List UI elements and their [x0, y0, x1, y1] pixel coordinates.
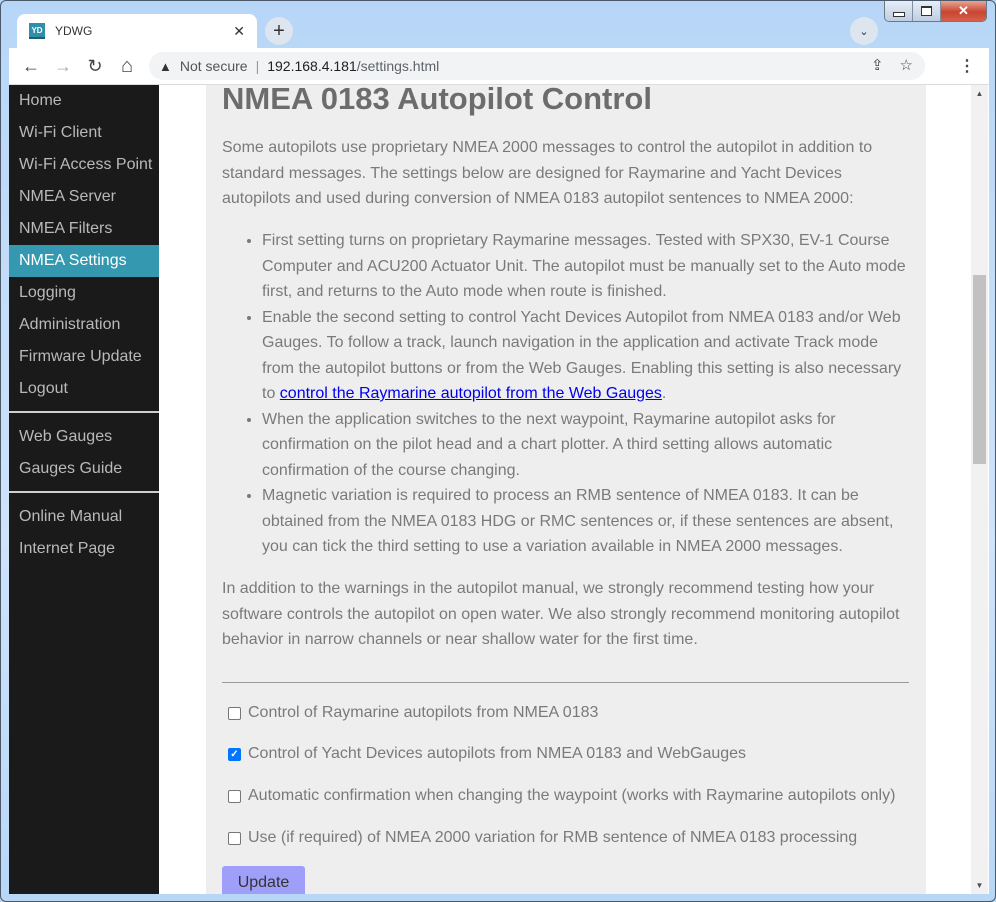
- content-panel: NMEA 0183 Autopilot Control Some autopil…: [206, 85, 926, 894]
- option-row[interactable]: ✓ Control of Yacht Devices autopilots fro…: [228, 745, 746, 763]
- page-title: NMEA 0183 Autopilot Control: [222, 85, 652, 116]
- favicon-icon: YD: [29, 23, 45, 39]
- option-checkbox[interactable]: [228, 706, 241, 720]
- option-checkbox[interactable]: [228, 831, 241, 845]
- minimize-icon: [892, 11, 905, 17]
- sidebar-item-nmea-settings[interactable]: NMEA Settings: [9, 245, 159, 277]
- option-checkbox[interactable]: [228, 789, 241, 803]
- star-bookmark-icon[interactable]: ☆: [900, 56, 913, 74]
- url-path: /settings.html: [356, 58, 440, 74]
- reload-icon[interactable]: ↻: [83, 54, 107, 78]
- sidebar-item-administration[interactable]: Administration: [9, 309, 159, 341]
- browser-tab[interactable]: YD YDWG ✕: [17, 14, 257, 48]
- divider: [222, 682, 909, 683]
- sidebar-item-gauges-guide[interactable]: Gauges Guide: [9, 453, 159, 485]
- sidebar-item-firmware-update[interactable]: Firmware Update: [9, 341, 159, 373]
- sidebar-item-logout[interactable]: Logout: [9, 373, 159, 405]
- list-item-text: .: [661, 385, 667, 402]
- sidebar-item-home[interactable]: Home: [9, 85, 159, 117]
- list-item: Enable the second setting to control Yac…: [262, 305, 912, 407]
- list-item: Magnetic variation is required to proces…: [262, 483, 912, 560]
- sidebar-item-wi-fi-access-point[interactable]: Wi-Fi Access Point: [9, 149, 159, 181]
- tab-title: YDWG: [55, 24, 93, 38]
- vertical-scrollbar[interactable]: ▲ ▼: [971, 85, 988, 894]
- tab-search-chevron-icon[interactable]: ⌄: [850, 17, 878, 45]
- option-row[interactable]: Use (if required) of NMEA 2000 variation…: [228, 829, 857, 847]
- intro-paragraph: Some autopilots use proprietary NMEA 200…: [222, 139, 873, 207]
- sidebar-item-web-gauges[interactable]: Web Gauges: [9, 421, 159, 453]
- option-label[interactable]: Automatic confirmation when changing the…: [248, 787, 895, 805]
- maximize-button[interactable]: [913, 1, 941, 21]
- sidebar: Home Wi-Fi Client Wi-Fi Access Point NMEA S…: [9, 85, 159, 894]
- sidebar-divider: [9, 491, 159, 493]
- home-icon[interactable]: ⌂: [115, 54, 139, 78]
- sidebar-item-internet-page[interactable]: Internet Page: [9, 533, 159, 565]
- page-viewport: Home Wi-Fi Client Wi-Fi Access Point NMEA S…: [9, 85, 989, 894]
- option-label[interactable]: Control of Raymarine autopilots from NME…: [248, 704, 598, 722]
- option-label[interactable]: Use (if required) of NMEA 2000 variation…: [248, 829, 857, 847]
- sidebar-item-nmea-filters[interactable]: NMEA Filters: [9, 213, 159, 245]
- sidebar-item-online-manual[interactable]: Online Manual: [9, 501, 159, 533]
- window-controls: ✕: [884, 1, 987, 22]
- minimize-button[interactable]: [885, 1, 913, 21]
- update-button[interactable]: Update: [222, 866, 305, 894]
- warning-paragraph: In addition to the warnings in the autop…: [222, 580, 900, 648]
- new-tab-button[interactable]: +: [265, 17, 293, 45]
- security-label[interactable]: Not secure: [180, 58, 248, 74]
- sidebar-divider: [9, 411, 159, 413]
- list-item: First setting turns on proprietary Rayma…: [262, 228, 912, 305]
- close-window-button[interactable]: ✕: [941, 1, 986, 21]
- sidebar-item-wi-fi-client[interactable]: Wi-Fi Client: [9, 117, 159, 149]
- scroll-down-arrow-icon[interactable]: ▼: [971, 877, 988, 894]
- warning-triangle-icon[interactable]: ▲: [159, 59, 172, 74]
- forward-arrow-icon[interactable]: →: [51, 54, 75, 78]
- url-host: 192.168.4.181: [267, 58, 357, 74]
- browser-menu-icon[interactable]: ⋮: [959, 56, 975, 76]
- scrollbar-thumb[interactable]: [973, 275, 986, 464]
- address-bar[interactable]: ▲ Not secure | 192.168.4.181/settings.ht…: [149, 52, 925, 80]
- tab-close-icon[interactable]: ✕: [233, 23, 245, 40]
- option-checkbox[interactable]: ✓: [228, 747, 241, 761]
- share-icon[interactable]: ⇪: [871, 56, 884, 74]
- info-list: First setting turns on proprietary Rayma…: [222, 228, 912, 560]
- maximize-icon: [921, 6, 932, 16]
- option-label[interactable]: Control of Yacht Devices autopilots from…: [248, 745, 746, 763]
- scroll-up-arrow-icon[interactable]: ▲: [971, 85, 988, 102]
- back-arrow-icon[interactable]: ←: [19, 54, 43, 78]
- option-row[interactable]: Control of Raymarine autopilots from NME…: [228, 704, 598, 722]
- sidebar-item-nmea-server[interactable]: NMEA Server: [9, 181, 159, 213]
- raymarine-web-gauges-link[interactable]: control the Raymarine autopilot from the…: [280, 385, 662, 402]
- sidebar-item-logging[interactable]: Logging: [9, 277, 159, 309]
- browser-window: ✕ YD YDWG ✕ + ⌄ ← → ↻ ⌂ ▲ Not secure | 1…: [0, 0, 996, 902]
- address-separator: |: [255, 58, 260, 74]
- option-row[interactable]: Automatic confirmation when changing the…: [228, 787, 895, 805]
- list-item: When the application switches to the nex…: [262, 407, 912, 484]
- browser-toolbar: ← → ↻ ⌂ ▲ Not secure | 192.168.4.181/set…: [9, 48, 989, 85]
